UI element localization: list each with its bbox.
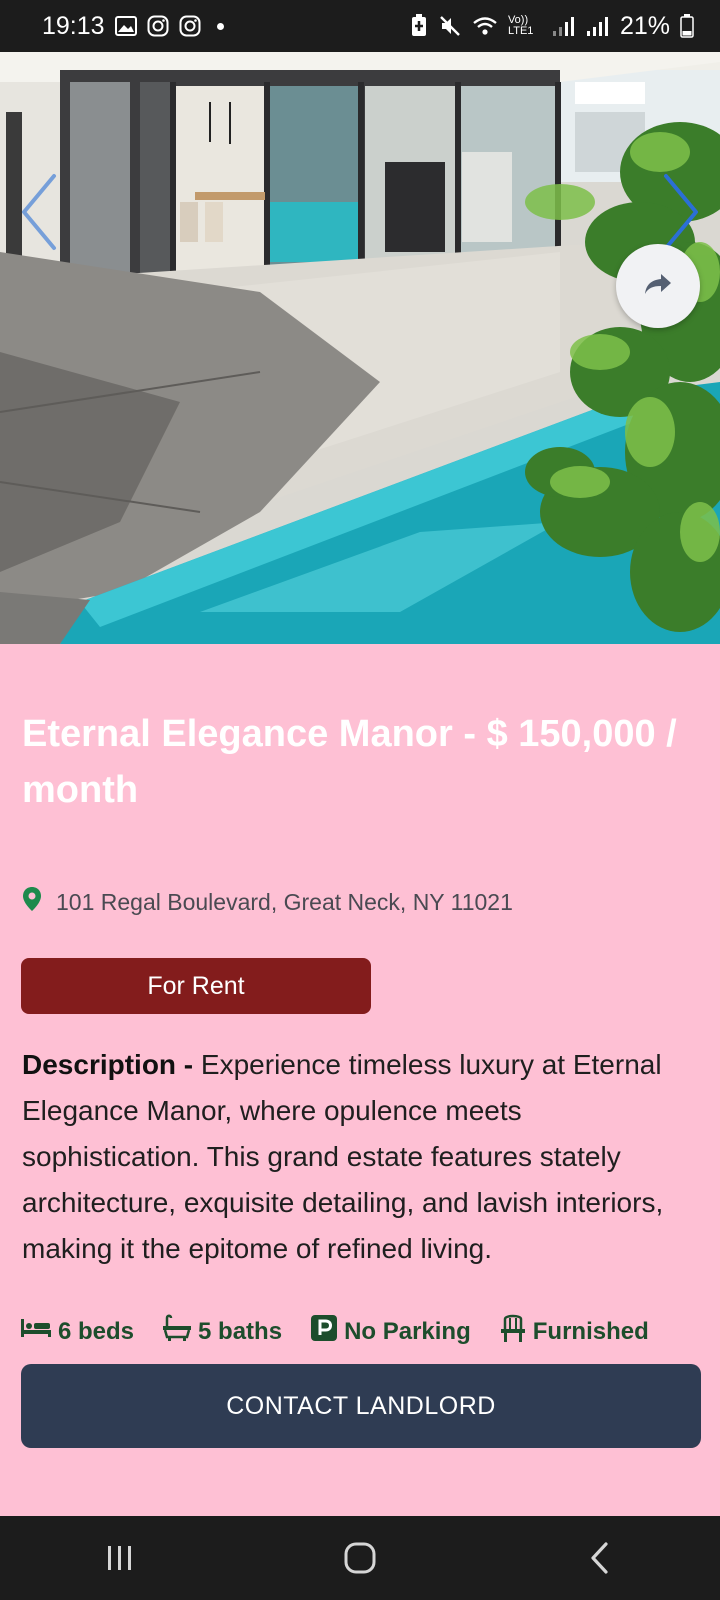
feature-label: 5 baths	[198, 1317, 283, 1345]
contact-landlord-button[interactable]: CONTACT LANDLORD	[21, 1364, 701, 1448]
description-label: Description -	[22, 1049, 194, 1080]
chevron-right-icon[interactable]	[662, 172, 702, 252]
battery-saver-icon	[410, 14, 428, 38]
house-pool-photo	[0, 52, 720, 644]
bed-icon	[20, 1317, 52, 1346]
status-time: 19:13	[42, 11, 105, 40]
signal-icon	[552, 15, 576, 37]
network-label: Vo)) LTE1	[507, 14, 534, 37]
feature-beds: 6 beds	[20, 1317, 134, 1346]
status-badge: For Rent	[21, 958, 371, 1014]
description-text: Experience timeless luxury at Eternal El…	[22, 1049, 664, 1264]
features-row: 6 beds 5 baths No Parking Furnished	[20, 1313, 649, 1350]
feature-label: No Parking	[344, 1317, 471, 1345]
wifi-icon	[472, 15, 498, 37]
address-text: 101 Regal Boulevard, Great Neck, NY 1102…	[56, 888, 513, 915]
address-row: 101 Regal Boulevard, Great Neck, NY 1102…	[22, 886, 513, 918]
system-nav-bar	[0, 1516, 720, 1600]
feature-baths: 5 baths	[162, 1313, 282, 1350]
signal-icon	[586, 15, 610, 37]
instagram-icon	[179, 15, 201, 37]
listing-details: Eternal Elegance Manor - $ 150,000 / mon…	[0, 644, 720, 1516]
status-bar-left: 19:13	[42, 12, 224, 41]
listing-title: Eternal Elegance Manor - $ 150,000 / mon…	[22, 713, 677, 811]
back-button[interactable]	[560, 1528, 640, 1588]
home-icon	[344, 1542, 376, 1574]
feature-label: 6 beds	[58, 1317, 135, 1345]
description: Description - Experience timeless luxury…	[22, 1042, 702, 1272]
recents-icon	[108, 1546, 131, 1570]
chair-icon	[499, 1313, 527, 1350]
home-button[interactable]	[320, 1528, 400, 1588]
notification-dot-icon	[216, 22, 224, 30]
parking-icon	[310, 1314, 338, 1349]
chevron-left-icon[interactable]	[18, 172, 58, 252]
battery-icon	[680, 14, 694, 38]
feature-label: Furnished	[532, 1317, 649, 1345]
bathtub-icon	[162, 1313, 192, 1350]
location-pin-icon	[22, 886, 42, 918]
share-icon	[643, 272, 673, 301]
feature-parking: No Parking	[310, 1314, 471, 1349]
status-bar: 19:13 Vo)) LTE1 21%	[0, 0, 720, 52]
share-button[interactable]	[616, 244, 700, 328]
back-icon	[591, 1542, 608, 1574]
gallery-icon	[114, 16, 137, 36]
recent-apps-button[interactable]	[80, 1528, 160, 1588]
battery-percent: 21%	[619, 11, 670, 40]
feature-furnished: Furnished	[499, 1313, 649, 1350]
instagram-icon	[147, 15, 169, 37]
status-bar-right: Vo)) LTE1 21%	[410, 12, 694, 41]
mute-icon	[438, 14, 462, 38]
property-image-carousel[interactable]	[0, 52, 720, 644]
